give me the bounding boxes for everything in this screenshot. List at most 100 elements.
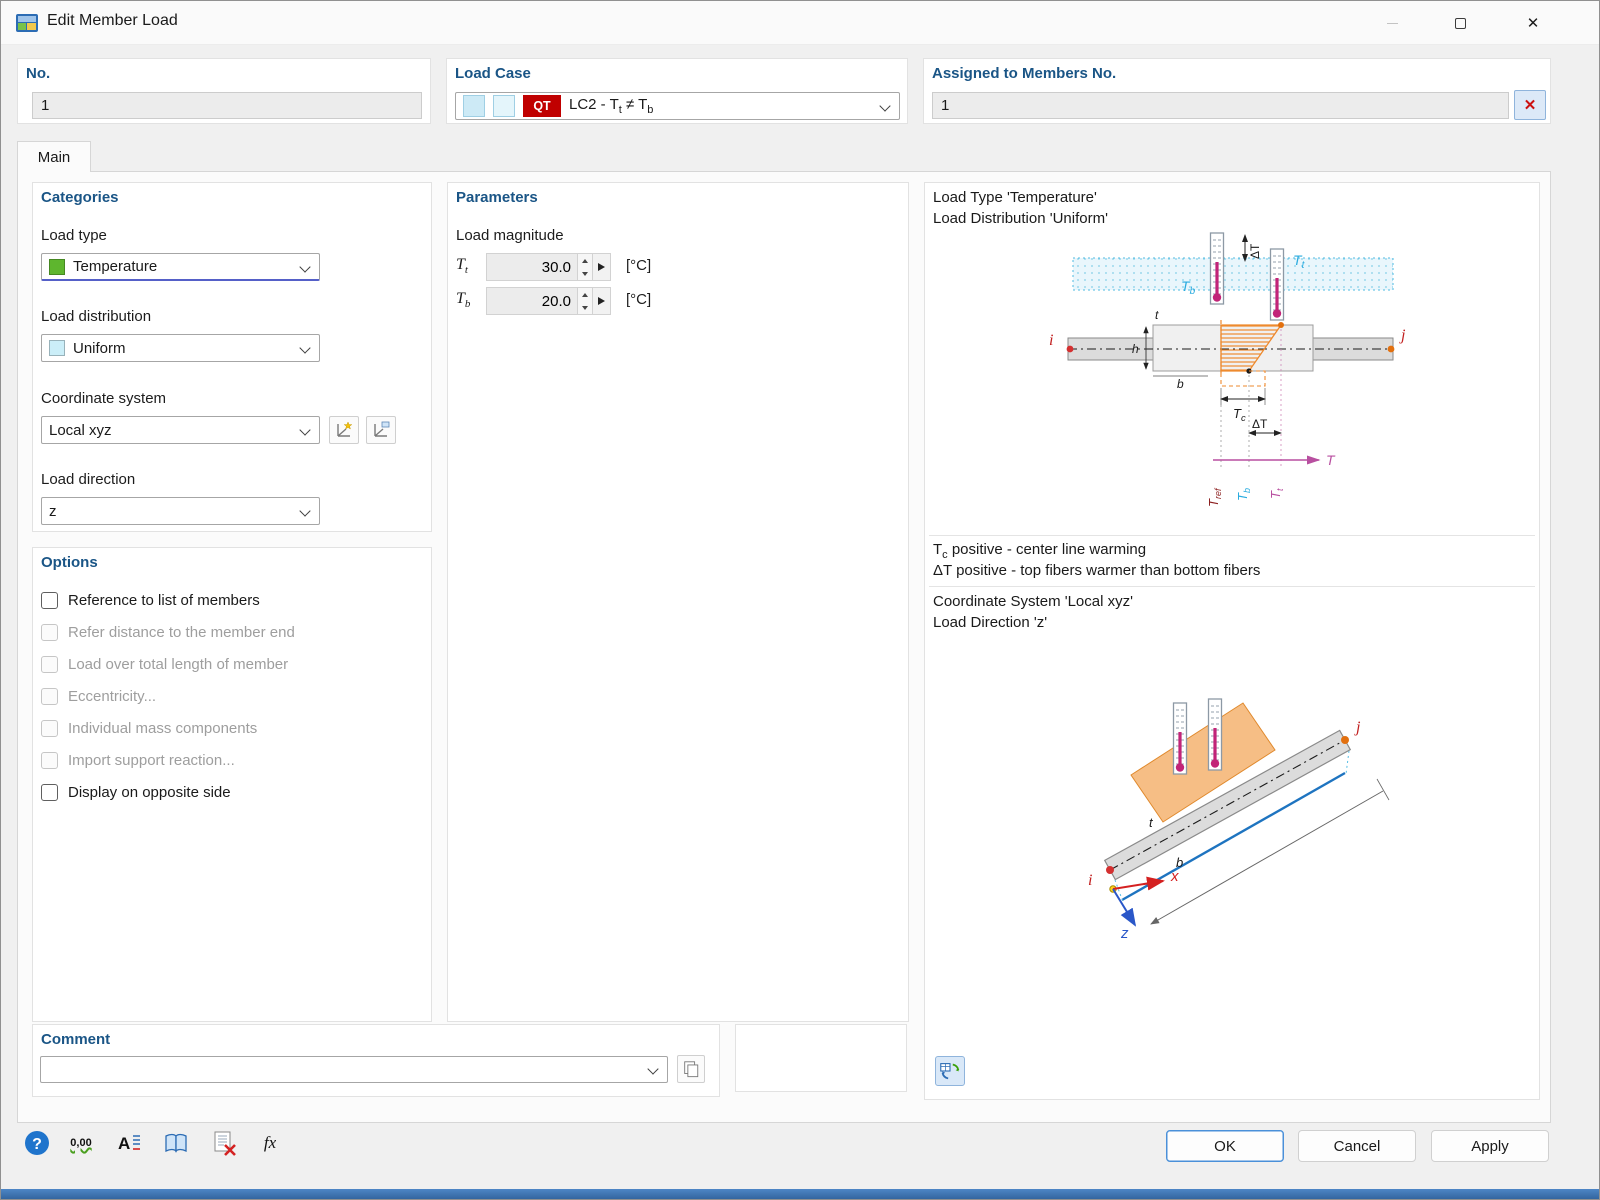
parameters-title: Parameters — [456, 189, 538, 206]
load-number-input[interactable] — [32, 92, 422, 119]
preview-panel: Load Type 'Temperature' Load Distributio… — [924, 182, 1540, 1100]
section-diagram: ΔT Tt Tb i j t h b Tc ΔT T Tref Tb Tt — [1049, 232, 1406, 507]
tb-axis-label: Tb — [1235, 488, 1252, 501]
node-i-label: i — [1088, 872, 1092, 889]
load-distribution-select[interactable]: Uniform — [41, 334, 320, 362]
checkbox — [41, 751, 58, 769]
clear-selection-icon: ✕ — [1523, 97, 1537, 114]
options-title: Options — [41, 554, 98, 571]
apply-button[interactable]: Apply — [1431, 1130, 1549, 1162]
preview-coordinate-line: Coordinate System 'Local xyz' — [933, 593, 1133, 610]
copy-icon — [684, 1061, 699, 1078]
no-label: No. — [26, 65, 51, 82]
options-list: Reference to list of members Refer dista… — [33, 584, 431, 808]
refresh-preview-icon — [940, 1063, 960, 1080]
edit-formula-button[interactable]: fx — [254, 1128, 286, 1158]
b-dim-label: b — [1177, 377, 1184, 391]
chevron-down-icon — [299, 261, 311, 273]
x-axis-label: x — [1170, 868, 1179, 885]
load-case-groupbox: Load Case QT LC2 - Tt ≠ Tb — [446, 58, 908, 124]
checkbox — [41, 719, 58, 737]
refresh-preview-button[interactable] — [935, 1056, 965, 1086]
checkbox[interactable] — [41, 591, 58, 609]
minimize-icon — [1386, 22, 1398, 24]
option-import-support-reaction: Import support reaction... — [33, 744, 431, 776]
option-individual-mass-components: Individual mass components — [33, 712, 431, 744]
help-icon: ? — [25, 1131, 49, 1155]
checkbox — [41, 687, 58, 705]
help-button[interactable]: ? — [21, 1128, 53, 1158]
units-settings-button[interactable]: 0,00 — [65, 1128, 97, 1158]
ok-button[interactable]: OK — [1166, 1130, 1284, 1162]
tt-axis-label: Tt — [1268, 488, 1285, 499]
window-edge — [1, 1189, 1599, 1199]
comment-templates-button[interactable] — [677, 1055, 705, 1083]
delete-load-button[interactable] — [208, 1128, 240, 1158]
load-type-select[interactable]: Temperature — [41, 253, 320, 281]
delta-t-lower-label: ΔT — [1252, 417, 1268, 431]
edit-coordinate-system-button[interactable] — [366, 416, 396, 444]
option-reference-to-list[interactable]: Reference to list of members — [33, 584, 431, 616]
checkbox[interactable] — [41, 783, 58, 801]
parameters-groupbox: Parameters Load magnitude Tt [°C] Tb — [447, 182, 909, 1022]
delete-load-icon — [214, 1131, 236, 1156]
node-i-label: i — [1049, 332, 1053, 349]
load-distribution-label: Load distribution — [41, 308, 152, 325]
spin-down-icon[interactable] — [578, 267, 592, 280]
maximize-icon — [1454, 17, 1466, 29]
load-type-color-swatch — [49, 258, 65, 275]
option-load-over-total-length: Load over total length of member — [33, 648, 431, 680]
spin-up-icon[interactable] — [578, 288, 592, 301]
option-display-opposite-side[interactable]: Display on opposite side — [33, 776, 431, 808]
tb-input[interactable] — [486, 287, 578, 315]
tb-symbol: Tb — [456, 290, 471, 311]
load-direction-select[interactable]: z — [41, 497, 320, 525]
option-eccentricity: Eccentricity... — [33, 680, 431, 712]
z-axis-label: z — [1120, 925, 1129, 942]
minimize-button[interactable] — [1369, 1, 1415, 45]
comment-input[interactable] — [40, 1056, 668, 1083]
tb-spinner[interactable] — [578, 287, 593, 315]
load-magnitude-label: Load magnitude — [456, 227, 564, 244]
load-case-type-badge: QT — [523, 95, 561, 117]
select-members-button[interactable]: ✕ — [1514, 90, 1546, 120]
coordinate-system-value: Local xyz — [49, 421, 112, 439]
display-settings-icon: A — [118, 1134, 140, 1153]
display-settings-button[interactable]: A — [113, 1128, 145, 1158]
manual-book-icon — [165, 1133, 187, 1153]
isometric-diagram: i j t b x z — [1088, 698, 1390, 942]
t-axis-label: T — [1326, 452, 1336, 468]
warm-fiber-band — [1072, 257, 1394, 291]
load-case-select[interactable]: QT LC2 - Tt ≠ Tb — [455, 92, 900, 120]
spin-up-icon[interactable] — [578, 254, 592, 267]
manual-button[interactable] — [160, 1128, 192, 1158]
tt-detail-button[interactable] — [593, 253, 611, 281]
comment-title: Comment — [41, 1031, 111, 1048]
tab-main[interactable]: Main — [17, 141, 91, 172]
load-distribution-color-swatch — [49, 340, 65, 356]
no-groupbox: No. — [17, 58, 431, 124]
spin-down-icon[interactable] — [578, 301, 592, 314]
cancel-button[interactable]: Cancel — [1298, 1130, 1416, 1162]
tt-input[interactable] — [486, 253, 578, 281]
svg-text:?: ? — [32, 1136, 42, 1153]
maximize-button[interactable] — [1437, 1, 1483, 45]
tt-spinner[interactable] — [578, 253, 593, 281]
tb-unit: [°C] — [626, 291, 652, 308]
close-icon: ✕ — [1526, 14, 1540, 32]
coordinate-system-label: Coordinate system — [41, 390, 167, 407]
divider — [929, 535, 1535, 536]
titlebar: Edit Member Load ✕ — [1, 1, 1599, 45]
tt-field-group — [486, 253, 611, 281]
new-coordinate-system-button[interactable] — [329, 416, 359, 444]
empty-groupbox — [735, 1024, 907, 1092]
tt-unit: [°C] — [626, 257, 652, 274]
tt-symbol: Tt — [456, 256, 468, 277]
close-button[interactable]: ✕ — [1510, 1, 1556, 45]
load-direction-value: z — [49, 502, 57, 520]
tb-detail-button[interactable] — [593, 287, 611, 315]
coordinate-system-select[interactable]: Local xyz — [41, 416, 320, 444]
assigned-members-input[interactable] — [932, 92, 1509, 119]
load-case-color-swatch — [493, 95, 515, 117]
preview-note-tc: Tc positive - center line warming — [933, 541, 1147, 561]
